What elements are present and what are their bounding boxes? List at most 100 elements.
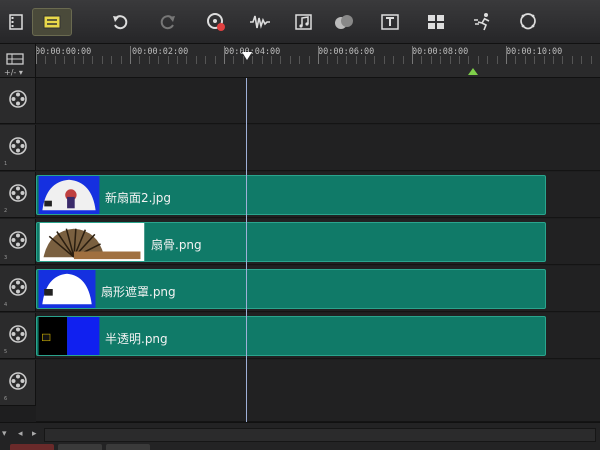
time-ruler[interactable]: 00:00:00:00 00:00:02:00 00:00:04:00 00:0…: [36, 44, 600, 78]
ruler-tick: [45, 56, 47, 64]
ruler-tick: [139, 56, 141, 64]
ruler-tick: [487, 56, 489, 64]
redo-icon[interactable]: [154, 10, 182, 34]
ruler-tick: [64, 56, 66, 64]
video-track-icon: [9, 372, 27, 394]
video-track-icon: [9, 184, 27, 206]
image-clip[interactable]: 扇骨.png: [36, 222, 546, 262]
ruler-tick: [336, 56, 338, 64]
scroll-right-button[interactable]: ▸: [32, 429, 37, 439]
undo-icon[interactable]: [106, 10, 134, 34]
sound-mixer-icon[interactable]: [246, 10, 274, 34]
ruler-tick: [308, 56, 310, 64]
storyboard-film-icon[interactable]: [2, 10, 30, 34]
track-lane[interactable]: 扇形遮罩.png: [36, 266, 600, 312]
tab[interactable]: [10, 444, 54, 450]
video-track-icon: [9, 278, 27, 300]
ruler-tick: [590, 56, 592, 64]
speed-time-icon[interactable]: [470, 10, 498, 34]
ruler-tick: [54, 56, 56, 64]
ruler-tick: [581, 56, 583, 64]
ruler-tick: [355, 56, 357, 64]
auto-music-icon[interactable]: [290, 10, 318, 34]
ruler-tick: [280, 56, 282, 64]
ruler-tick: [73, 56, 75, 64]
marker-icon[interactable]: [468, 68, 478, 75]
ruler-tick: [506, 46, 507, 64]
track-lane[interactable]: 半透明.png: [36, 313, 600, 359]
ruler-tick: [430, 56, 432, 64]
track-view-icon[interactable]: [6, 50, 24, 69]
ruler-tick: [327, 56, 329, 64]
ruler-tick: [346, 56, 348, 64]
ruler-tick: [468, 56, 470, 64]
ruler-tick: [36, 46, 37, 64]
image-clip[interactable]: 新扇面2.jpg: [36, 175, 546, 215]
ruler-tick: [440, 56, 442, 64]
ruler-tick: [205, 56, 207, 64]
video-track-icon: [9, 231, 27, 253]
ruler-tick: [374, 56, 376, 64]
zoom-menu-button[interactable]: ▾: [2, 429, 7, 439]
add-remove-track-button[interactable]: +/- ▾: [4, 68, 23, 77]
track-lane[interactable]: 扇骨.png: [36, 219, 600, 265]
ruler-tick: [299, 56, 301, 64]
tab[interactable]: [58, 444, 102, 450]
subtitle-editor-icon[interactable]: [376, 10, 404, 34]
video-track-icon: [9, 137, 27, 159]
ruler-tick: [167, 56, 169, 64]
playhead-handle[interactable]: [242, 52, 252, 60]
mask-creator-icon[interactable]: [514, 10, 542, 34]
ruler-tick: [496, 56, 498, 64]
track-number: 3: [4, 255, 8, 261]
record-capture-icon[interactable]: [202, 10, 230, 34]
track-lane[interactable]: [36, 125, 600, 171]
ruler-tick: [562, 56, 564, 64]
track-lane[interactable]: [36, 78, 600, 124]
motion-track-icon[interactable]: [330, 10, 358, 34]
ruler-tick: [365, 56, 366, 64]
ruler-tick: [402, 56, 404, 64]
scroll-left-button[interactable]: ◂: [18, 429, 23, 439]
video-track-icon: [9, 325, 27, 347]
clip-thumbnail: [39, 223, 145, 261]
image-clip[interactable]: 扇形遮罩.png: [36, 269, 546, 309]
ruler-tick: [148, 56, 150, 64]
ruler-tick: [571, 56, 573, 64]
ruler-tick: [553, 56, 554, 64]
track-header[interactable]: 5: [0, 313, 36, 359]
ruler-tick: [534, 56, 536, 64]
track-lane[interactable]: [36, 360, 600, 422]
track-header[interactable]: 2: [0, 172, 36, 218]
track-header[interactable]: 6: [0, 360, 36, 406]
ruler-tick: [233, 56, 235, 64]
ruler-tick: [224, 46, 225, 64]
ruler-tick: [421, 56, 423, 64]
track-header[interactable]: 4: [0, 266, 36, 312]
clip-name: 扇骨.png: [151, 238, 202, 252]
multi-camera-icon[interactable]: [422, 10, 450, 34]
ruler-tick: [83, 56, 84, 64]
video-track-icon: [9, 90, 27, 112]
playhead-line[interactable]: [246, 78, 247, 422]
image-clip[interactable]: 半透明.png: [36, 316, 546, 356]
ruler-tick: [101, 56, 103, 64]
track-header[interactable]: [0, 78, 36, 124]
track-header[interactable]: 1: [0, 125, 36, 171]
ruler-tick: [524, 56, 526, 64]
horizontal-scrollbar[interactable]: [44, 428, 596, 442]
ruler-tick: [158, 56, 160, 64]
ruler-tick: [318, 46, 319, 64]
tab[interactable]: [106, 444, 150, 450]
track-header[interactable]: 3: [0, 219, 36, 265]
track-lane[interactable]: 新扇面2.jpg: [36, 172, 600, 218]
timeline-view-icon[interactable]: [32, 8, 72, 36]
ruler-tick: [459, 56, 460, 64]
ruler-tick: [252, 56, 254, 64]
ruler-tick: [289, 56, 291, 64]
ruler-label: 00:00:02:00: [132, 47, 189, 57]
clip-name: 扇形遮罩.png: [101, 285, 176, 299]
ruler-tick: [92, 56, 94, 64]
ruler-tick: [120, 56, 122, 64]
toolbar: [0, 0, 600, 44]
